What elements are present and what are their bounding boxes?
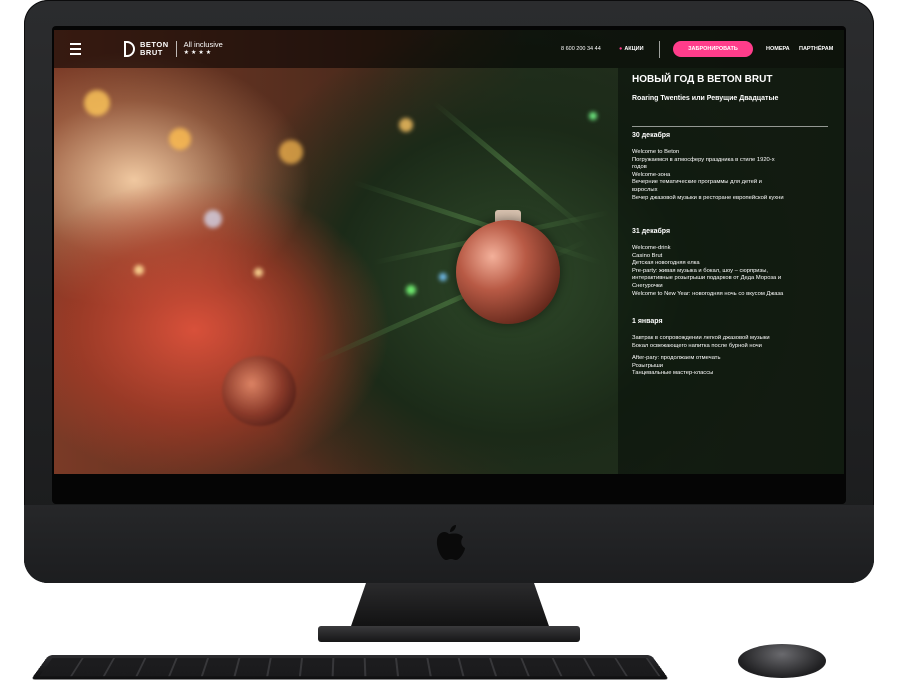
day-date: 1 января [632, 318, 663, 325]
promo-dot-icon: ● [619, 46, 623, 52]
monitor-chin [24, 505, 874, 583]
beton-brut-logo-icon [124, 41, 135, 57]
site-logo[interactable]: BETON BRUT All inclusive ★★★★ [124, 40, 223, 58]
event-subtitle: Roaring Twenties или Ревущие Двадцатые [632, 95, 779, 102]
program-item: Welcome to Beton [632, 149, 680, 155]
bokeh-light [589, 112, 597, 120]
day-block: 30 декабря Welcome to Beton Погружаемся … [632, 132, 837, 202]
program-item: Casino Brut [632, 252, 663, 259]
event-title: НОВЫЙ ГОД В BETON BRUT [632, 74, 773, 85]
mouse [738, 644, 826, 678]
day-date: 30 декабря [632, 132, 671, 139]
program-item: Детская новогодняя елка [632, 260, 700, 267]
bokeh-light [399, 118, 413, 132]
program-item: годов [632, 164, 647, 171]
apple-logo-icon [436, 525, 465, 560]
program-item: Вечер джазовой музыки в ресторане европе… [632, 194, 784, 201]
phone-link[interactable]: 8 600 200 34 44 [561, 46, 601, 52]
bokeh-light [439, 273, 447, 281]
christmas-ornament [456, 220, 560, 324]
imac-mockup: BETON BRUT All inclusive ★★★★ 8 600 200 … [0, 0, 897, 700]
event-panel: НОВЫЙ ГОД В BETON BRUT Roaring Twenties … [618, 68, 844, 474]
bokeh-light [279, 140, 303, 164]
header-divider [659, 41, 660, 58]
program-item: взрослых [632, 186, 658, 193]
bokeh-light [134, 265, 144, 275]
program-item: After-pary: продолжаем отмечать [632, 355, 721, 362]
bokeh-light [254, 268, 263, 277]
logo-divider [175, 41, 177, 57]
bokeh-light [84, 90, 110, 116]
program-item: Розыгрыши [632, 362, 663, 369]
website-screen: BETON BRUT All inclusive ★★★★ 8 600 200 … [54, 30, 844, 474]
nav-partners[interactable]: ПАРТНЁРАМ [799, 46, 833, 52]
nav-rooms[interactable]: НОМЕРА [766, 46, 790, 52]
star-rating: ★★★★ [183, 50, 214, 56]
program-item: Танцевальные мастер-классы [632, 370, 714, 377]
logo-tagline: All inclusive ★★★★ [183, 40, 223, 56]
nav-promotions[interactable]: ● АКЦИИ [619, 46, 644, 52]
bokeh-light [169, 128, 191, 150]
program-item: Снегурочки [632, 282, 663, 289]
program-item: Pre-party: живая музыка и бокал, шоу – с… [632, 267, 768, 274]
christmas-ornament-small [222, 356, 296, 426]
bokeh-light [406, 285, 416, 295]
divider [632, 126, 828, 127]
program-item: Завтрак в сопровождении легкой джазовой … [632, 335, 770, 341]
monitor-stand [350, 583, 550, 629]
program-item: Погружаемся в атмосферу праздника в стил… [632, 156, 775, 163]
book-button[interactable]: ЗАБРОНИРОВАТЬ [673, 41, 753, 57]
bokeh-light [204, 210, 222, 228]
logo-wordmark: BETON BRUT [140, 40, 169, 57]
monitor-stand-base [318, 626, 580, 642]
program-item: интерактивные розыгрыши подарков от Деда… [632, 275, 782, 282]
keyboard [30, 655, 670, 680]
program-item: Welcome to New Year: новогодняя ночь со … [632, 290, 784, 297]
day-block: 31 декабря Welcome-drink Casino Brut Дет… [632, 228, 837, 298]
program-item: Welcome-drink [632, 245, 671, 251]
program-item: Бокал освежающего напитка после бурной н… [632, 342, 762, 349]
program-item: Вечерние тематические программы для дете… [632, 179, 762, 186]
hamburger-icon[interactable] [70, 43, 81, 58]
day-block: 1 января Завтрак в сопровождении легкой … [632, 318, 837, 378]
site-header: BETON BRUT All inclusive ★★★★ 8 600 200 … [54, 30, 844, 68]
day-date: 31 декабря [632, 228, 671, 235]
